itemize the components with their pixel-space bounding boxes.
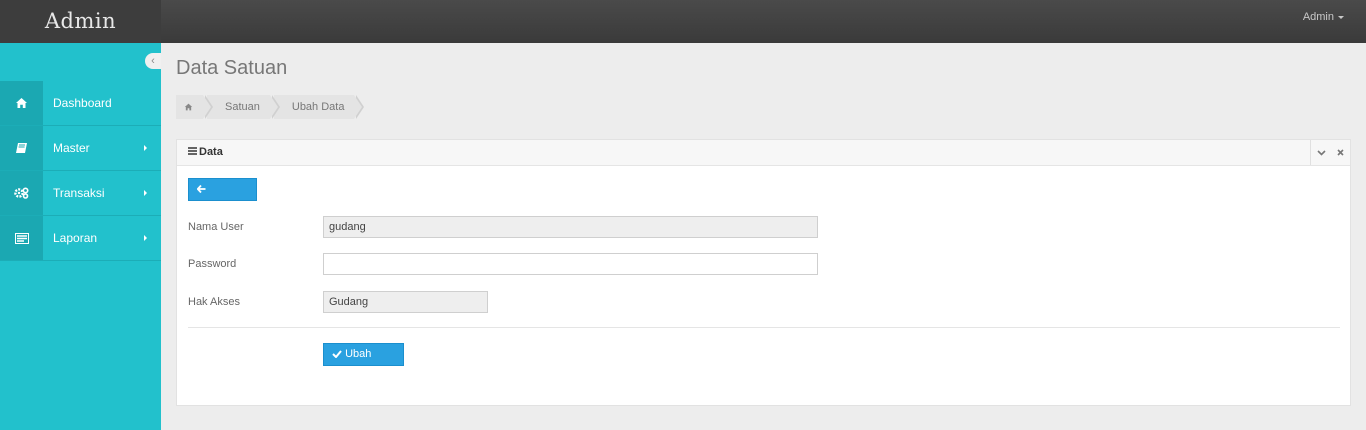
close-icon[interactable]	[1337, 147, 1344, 159]
nama-user-label: Nama User	[188, 221, 244, 233]
chevron-down-icon[interactable]	[1317, 147, 1326, 159]
panel-title: Data	[188, 146, 223, 158]
arrow-left-icon	[196, 183, 206, 195]
hak-akses-field[interactable]: Gudang	[323, 291, 488, 313]
sidebar-item-label: Transaksi	[53, 186, 105, 200]
check-icon	[332, 348, 345, 360]
chevron-right-icon	[144, 190, 147, 196]
breadcrumb-item-ubah-data: Ubah Data	[273, 95, 365, 119]
data-panel: Data Kembali Nama User gudang Password H…	[176, 139, 1351, 406]
password-field[interactable]	[323, 253, 818, 275]
ubah-data-button[interactable]: Ubah Data	[323, 343, 404, 381]
sidebar-item-dashboard[interactable]: Dashboard	[0, 81, 161, 126]
sidebar-item-laporan[interactable]: Laporan	[0, 216, 161, 261]
sidebar-nav: Dashboard Master Transaksi Laporan	[0, 81, 161, 261]
book-icon	[0, 126, 43, 170]
sidebar-item-label: Dashboard	[53, 96, 112, 110]
caret-down-icon	[1338, 15, 1344, 19]
collapse-sidebar-button[interactable]: ‹	[145, 53, 161, 69]
back-button-label: Kembali	[197, 204, 237, 216]
user-menu-label: Admin	[1302, 11, 1334, 23]
page-title: Data Satuan	[176, 57, 288, 79]
brand-logo[interactable]: Admin	[0, 0, 161, 43]
sidebar: ‹ Dashboard Master Transaksi Laporan	[0, 43, 161, 430]
nama-user-field[interactable]: gudang	[323, 216, 818, 238]
form-divider	[188, 327, 1340, 328]
back-button[interactable]: Kembali	[188, 178, 257, 216]
top-bar: Admin Admin	[0, 0, 1366, 43]
password-label: Password	[188, 258, 237, 270]
sidebar-item-transaksi[interactable]: Transaksi	[0, 171, 161, 216]
breadcrumb-item-satuan[interactable]: Satuan	[207, 95, 280, 119]
sidebar-item-label: Laporan	[53, 231, 98, 245]
breadcrumb: Satuan Ubah Data	[176, 95, 365, 119]
menu-icon	[188, 146, 197, 158]
home-icon	[0, 81, 43, 125]
panel-tools	[1310, 140, 1350, 165]
chevron-right-icon	[144, 235, 147, 241]
breadcrumb-home[interactable]	[176, 95, 213, 119]
hak-akses-label: Hak Akses	[188, 296, 240, 308]
list-icon	[0, 216, 43, 260]
chevron-right-icon	[144, 145, 147, 151]
home-icon	[184, 101, 193, 113]
panel-header: Data	[177, 140, 1350, 166]
user-menu[interactable]: Admin	[1303, 11, 1344, 23]
gears-icon	[0, 171, 43, 215]
sidebar-item-master[interactable]: Master	[0, 126, 161, 171]
sidebar-item-label: Master	[53, 141, 90, 155]
panel-title-text: Data	[199, 146, 223, 158]
